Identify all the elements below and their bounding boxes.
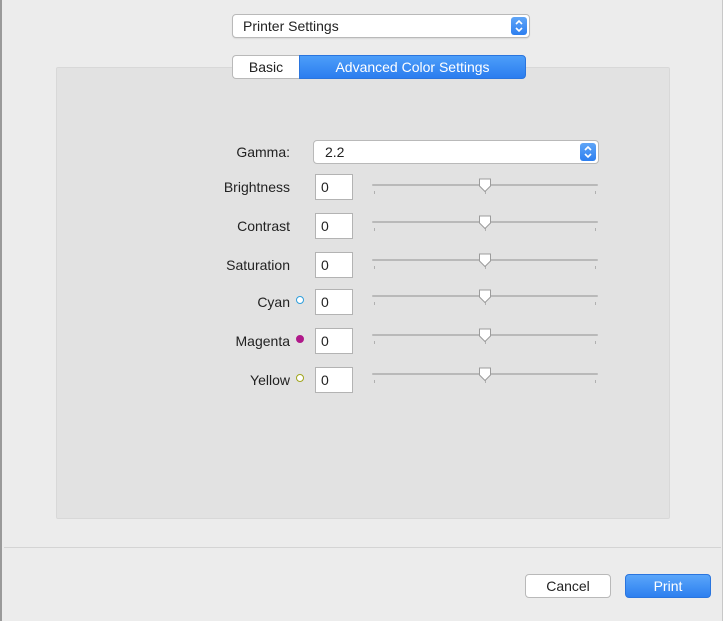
slider-tick (595, 191, 596, 194)
saturation-field[interactable]: 0 (315, 252, 353, 278)
contrast-field[interactable]: 0 (315, 213, 353, 239)
yellow-label: Yellow (182, 372, 290, 388)
tab-advanced-color-settings[interactable]: Advanced Color Settings (299, 55, 526, 79)
cyan-field[interactable]: 0 (315, 289, 353, 315)
slider-tick (595, 380, 596, 383)
footer-separator (4, 547, 721, 548)
yellow-slider[interactable] (372, 367, 598, 383)
gamma-label: Gamma: (236, 144, 290, 160)
gamma-value: 2.2 (325, 144, 345, 160)
contrast-label: Contrast (237, 218, 290, 234)
slider-thumb[interactable] (478, 253, 492, 268)
slider-tick (374, 302, 375, 305)
slider-thumb[interactable] (478, 367, 492, 382)
slider-tick (374, 341, 375, 344)
slider-tick (374, 228, 375, 231)
popup-stepper-icon (511, 17, 527, 35)
yellow-indicator-icon (296, 374, 304, 382)
saturation-label: Saturation (226, 257, 290, 273)
slider-thumb[interactable] (478, 178, 492, 193)
magenta-label-text: Magenta (235, 333, 290, 349)
magenta-indicator-icon (296, 335, 304, 343)
slider-thumb[interactable] (478, 328, 492, 343)
section-popup-label: Printer Settings (243, 18, 339, 34)
gamma-stepper-icon (580, 143, 596, 161)
slider-tick (595, 341, 596, 344)
slider-tick (374, 266, 375, 269)
yellow-field[interactable]: 0 (315, 367, 353, 393)
cyan-label: Cyan (182, 294, 290, 310)
yellow-label-text: Yellow (250, 372, 290, 388)
slider-tick (595, 266, 596, 269)
cyan-label-text: Cyan (257, 294, 290, 310)
saturation-slider[interactable] (372, 253, 598, 269)
cyan-indicator-icon (296, 296, 304, 304)
brightness-field[interactable]: 0 (315, 174, 353, 200)
tab-bar: Basic Advanced Color Settings (232, 55, 526, 79)
slider-thumb[interactable] (478, 215, 492, 230)
cyan-slider[interactable] (372, 289, 598, 305)
section-popup[interactable]: Printer Settings (232, 14, 530, 38)
print-button[interactable]: Print (625, 574, 711, 598)
slider-tick (374, 380, 375, 383)
slider-tick (374, 191, 375, 194)
print-dialog: Printer Settings Basic Advanced Color Se… (0, 0, 723, 621)
magenta-slider[interactable] (372, 328, 598, 344)
magenta-label: Magenta (182, 333, 290, 349)
slider-tick (595, 228, 596, 231)
contrast-slider[interactable] (372, 215, 598, 231)
magenta-field[interactable]: 0 (315, 328, 353, 354)
tab-basic[interactable]: Basic (232, 55, 299, 79)
gamma-popup[interactable]: 2.2 (313, 140, 599, 164)
cancel-button[interactable]: Cancel (525, 574, 611, 598)
brightness-slider[interactable] (372, 178, 598, 194)
brightness-label: Brightness (223, 179, 290, 195)
slider-tick (595, 302, 596, 305)
slider-thumb[interactable] (478, 289, 492, 304)
